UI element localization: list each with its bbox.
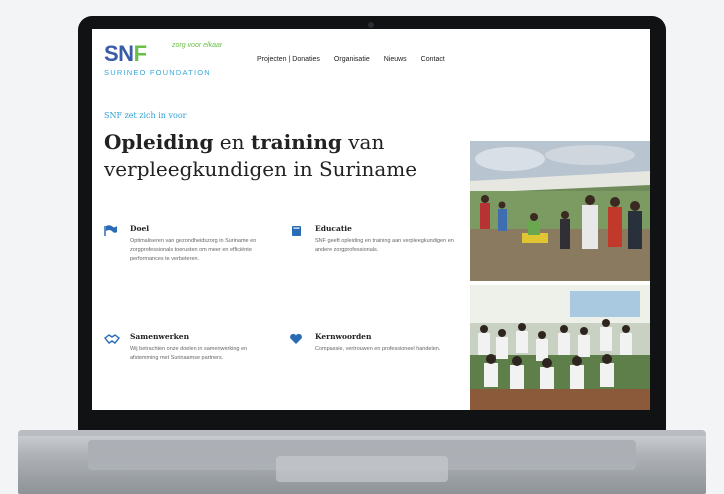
title-bold-opleiding: Opleiding <box>104 130 214 154</box>
site-logo[interactable]: SNF zorg voor elkaar SURINEO FOUNDATION <box>104 42 222 77</box>
site-header: SNF zorg voor elkaar SURINEO FOUNDATION … <box>92 29 650 89</box>
logo-subtitle: SURINEO FOUNDATION <box>104 68 211 77</box>
feature-body: Compassie, vertrouwen en professioneel h… <box>315 346 441 352</box>
feature-title: Kernwoorden <box>315 332 372 341</box>
logo-tagline: zorg voor elkaar <box>172 42 223 49</box>
book-icon <box>289 224 303 236</box>
hero-kicker: SNF zet zich in voor <box>104 111 187 120</box>
photo-outdoor-training <box>470 141 650 281</box>
flag-icon <box>104 224 118 236</box>
camera-icon <box>368 22 374 28</box>
nav-item-organisatie[interactable]: Organisatie <box>334 56 370 63</box>
base-lip <box>18 430 706 436</box>
nav-item-projecten[interactable]: Projecten | Donaties <box>257 56 320 63</box>
trackpad <box>276 456 448 482</box>
website-screen: SNF zorg voor elkaar SURINEO FOUNDATION … <box>92 29 650 410</box>
nav-item-nieuws[interactable]: Nieuws <box>384 56 407 63</box>
photo-classroom <box>470 285 650 410</box>
laptop-base <box>18 430 706 494</box>
feature-body: Optimaliseren van gezondheidszorg in Sur… <box>130 238 257 262</box>
nav-item-contact[interactable]: Contact <box>421 56 445 63</box>
hero-title: Opleiding en training van verpleegkundig… <box>104 129 464 183</box>
heart-icon <box>289 332 303 344</box>
handshake-icon <box>104 332 120 344</box>
main-nav: Projecten | Donaties Organisatie Nieuws … <box>257 56 445 63</box>
feature-title: Samenwerken <box>130 332 190 341</box>
feature-title: Educatie <box>315 224 352 233</box>
feature-body: Wij betrachten onze doelen in samenwerki… <box>130 346 248 361</box>
feature-title: Doel <box>130 224 150 233</box>
feature-body: SNF geeft opleiding en training aan verp… <box>315 238 454 253</box>
title-en: en <box>213 130 251 154</box>
title-bold-training: training <box>250 130 342 154</box>
